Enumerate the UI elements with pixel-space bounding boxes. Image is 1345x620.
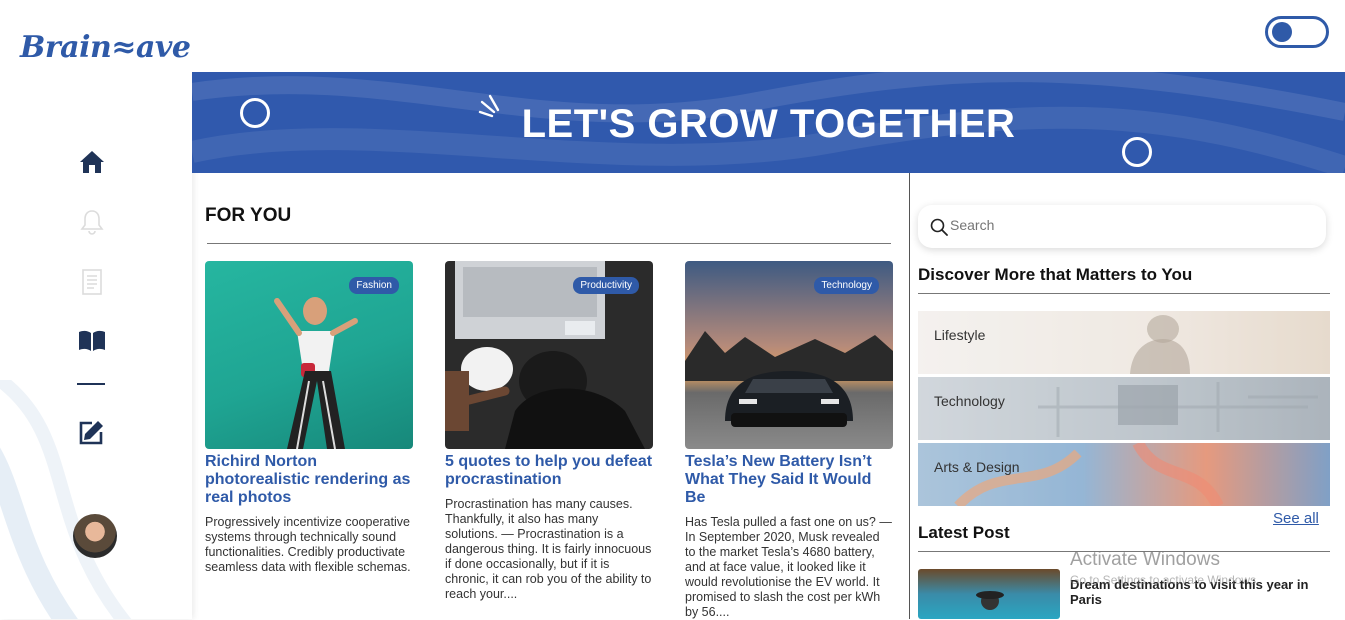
topic-label[interactable]: Technology [934,393,1005,409]
article-excerpt: Procrastination has many causes. Thankfu… [445,497,652,601]
article-image[interactable]: Technology [685,261,893,449]
document-icon[interactable] [78,268,106,296]
section-title-latest: Latest Post [918,523,1010,542]
article-excerpt: Has Tesla pulled a fast one on us? — In … [685,515,892,619]
topic-arts-design[interactable]: Arts & Design [918,443,1330,506]
travel-photo [976,591,1004,610]
search-input[interactable] [950,217,1310,233]
article-title[interactable]: 5 quotes to help you defeat procrastinat… [445,453,653,489]
section-title-discover: Discover More that Matters to You [918,265,1193,284]
category-tag[interactable]: Technology [814,277,879,294]
article-card[interactable]: Fashion Richird Norton photorealistic re… [205,261,413,575]
divider [918,293,1330,294]
article-excerpt: Progressively incentivize cooperative sy… [205,515,411,574]
home-icon[interactable] [78,148,106,176]
edit-icon[interactable] [78,418,106,446]
topic-lifestyle[interactable]: Lifestyle [918,311,1330,374]
hero-banner: LET'S GROW TOGETHER [192,72,1345,173]
column-divider [909,173,910,619]
category-tag[interactable]: Fashion [349,277,399,294]
latest-post-image[interactable] [918,569,1060,619]
sidebar: Brain≈ave [0,0,192,619]
nav-divider [77,383,105,385]
section-title-for-you: FOR YOU [205,205,292,226]
topic-technology[interactable]: Technology [918,377,1330,440]
article-image[interactable]: Fashion [205,261,413,449]
topic-label[interactable]: Arts & Design [934,459,1020,475]
search-icon[interactable] [930,218,948,236]
banner-title: LET'S GROW TOGETHER [521,102,1016,146]
category-tag[interactable]: Productivity [573,277,639,294]
bell-icon[interactable] [78,208,106,236]
topic-label[interactable]: Lifestyle [934,327,985,343]
article-title[interactable]: Richird Norton photorealistic rendering … [205,453,413,507]
avatar[interactable] [73,514,117,558]
theme-toggle[interactable] [1265,16,1329,48]
app-logo[interactable]: Brain≈ave [20,30,191,65]
article-title[interactable]: Tesla’s New Battery Isn’t What They Said… [685,453,893,507]
article-card[interactable]: Technology Tesla’s New Battery Isn’t Wha… [685,261,893,620]
search-bar[interactable] [918,205,1326,248]
decorative-wave [0,380,132,619]
top-bar [192,0,1345,72]
toggle-knob [1272,22,1292,42]
see-all-link[interactable]: See all [1273,510,1319,527]
book-icon[interactable] [78,327,106,355]
os-activation-notice: Activate Windows [1070,549,1220,570]
os-activation-subtext: Go to Settings to activate Windows. [1070,573,1260,587]
divider [207,243,891,244]
article-card[interactable]: Productivity 5 quotes to help you defeat… [445,261,653,602]
article-image[interactable]: Productivity [445,261,653,449]
